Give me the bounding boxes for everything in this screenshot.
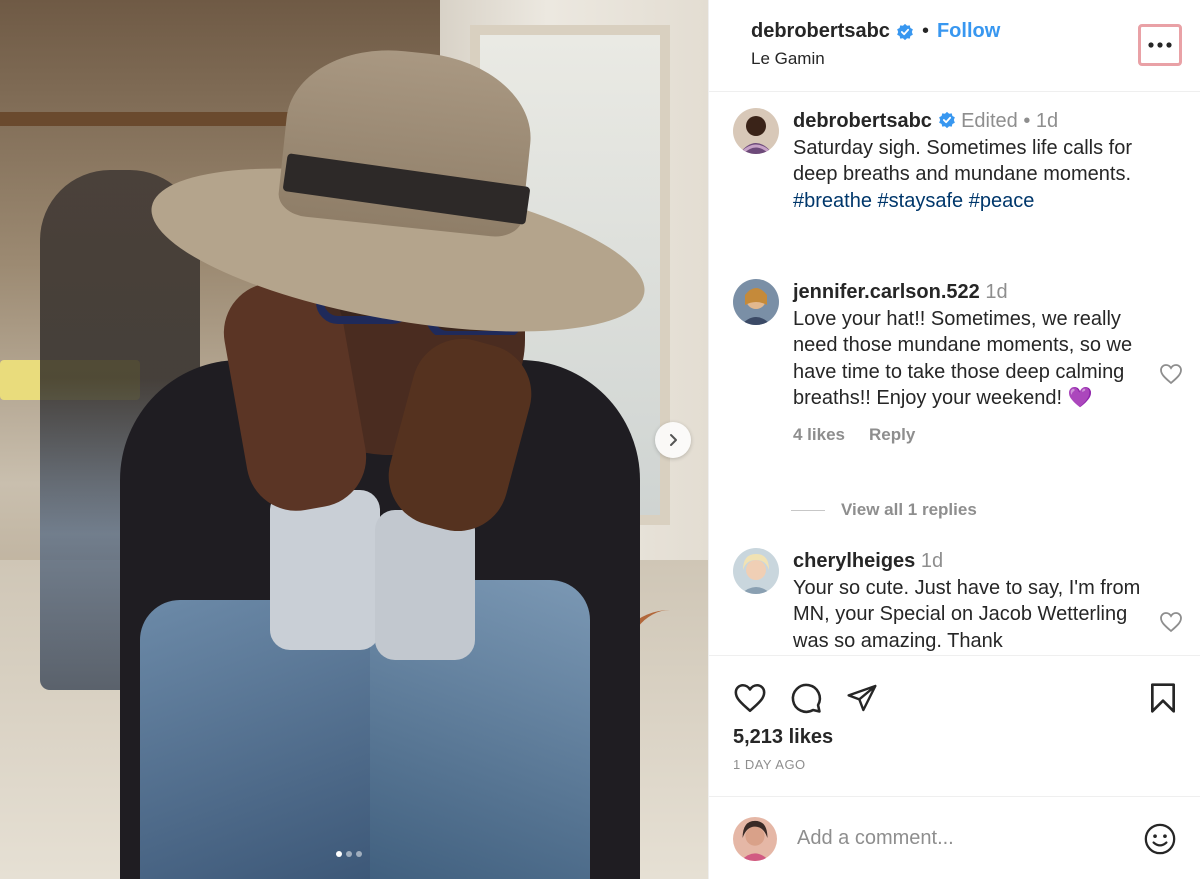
avatar[interactable] bbox=[733, 279, 779, 325]
avatar[interactable] bbox=[733, 548, 779, 594]
heart-icon[interactable] bbox=[1159, 363, 1183, 385]
caption-separator: • bbox=[1023, 110, 1031, 132]
post-photo[interactable] bbox=[0, 0, 708, 879]
hashtag-link[interactable]: #peace bbox=[969, 190, 1035, 212]
comment-text: Your so cute. Just have to say, I'm from… bbox=[793, 576, 1141, 652]
avatar[interactable] bbox=[733, 108, 779, 154]
comment-item: jennifer.carlson.522 1d Love your hat!! … bbox=[733, 279, 1183, 448]
post-location[interactable]: Le Gamin bbox=[751, 49, 1200, 69]
comment-username[interactable]: cherylheiges bbox=[793, 550, 915, 572]
follow-button[interactable]: Follow bbox=[937, 20, 1000, 43]
caption-username[interactable]: debrobertsabc bbox=[793, 110, 932, 132]
post-caption: debrobertsabc Edited • 1d Saturday sigh.… bbox=[733, 108, 1183, 214]
caption-hashtags: #breathe #staysafe #peace bbox=[793, 188, 1153, 215]
heart-icon[interactable] bbox=[1159, 611, 1183, 633]
caption-time[interactable]: 1d bbox=[1036, 110, 1058, 132]
carousel-dot bbox=[356, 851, 362, 857]
more-options-icon bbox=[1148, 42, 1172, 48]
comment-username[interactable]: jennifer.carlson.522 bbox=[793, 281, 980, 303]
photo-bg-shelf bbox=[0, 112, 300, 126]
header-username[interactable]: debrobertsabc bbox=[751, 20, 890, 43]
comment-time[interactable]: 1d bbox=[921, 550, 943, 572]
comment-icon[interactable] bbox=[789, 681, 823, 715]
hashtag-link[interactable]: #breathe bbox=[793, 190, 872, 212]
carousel-indicator bbox=[336, 851, 362, 857]
post-side-panel: debrobertsabc • Follow Le Gamin debrober… bbox=[708, 0, 1200, 879]
header-separator: • bbox=[921, 20, 929, 42]
share-icon[interactable] bbox=[845, 682, 879, 714]
hashtag-link[interactable]: #staysafe bbox=[878, 190, 964, 212]
view-replies-label: View all 1 replies bbox=[841, 500, 977, 519]
post-footer: 5,213 likes 1 DAY AGO bbox=[709, 655, 1200, 861]
comment-text: Love your hat!! Sometimes, we really nee… bbox=[793, 307, 1133, 410]
more-options-button[interactable] bbox=[1138, 24, 1182, 66]
action-bar bbox=[709, 656, 1200, 720]
verified-badge-icon bbox=[938, 111, 955, 129]
comment-input[interactable] bbox=[797, 827, 1143, 850]
comments-list[interactable]: debrobertsabc Edited • 1d Saturday sigh.… bbox=[709, 92, 1200, 655]
heart-icon[interactable] bbox=[733, 682, 767, 714]
comment-time[interactable]: 1d bbox=[985, 281, 1007, 303]
verified-badge-icon bbox=[897, 23, 913, 40]
comment-likes[interactable]: 4 likes bbox=[793, 422, 845, 449]
carousel-dot bbox=[346, 851, 352, 857]
carousel-dot bbox=[336, 851, 342, 857]
avatar bbox=[733, 816, 777, 861]
likes-count[interactable]: 5,213 likes bbox=[709, 726, 1200, 749]
comment-reply-button[interactable]: Reply bbox=[869, 422, 915, 449]
comment-item: cherylheiges 1d Your so cute. Just have … bbox=[733, 548, 1183, 654]
carousel-next-button[interactable] bbox=[655, 422, 691, 458]
post-date: 1 DAY AGO bbox=[733, 757, 806, 772]
photo-cuff-left bbox=[270, 490, 380, 650]
view-replies-button[interactable]: View all 1 replies bbox=[791, 500, 977, 520]
post-header: debrobertsabc • Follow Le Gamin bbox=[709, 0, 1200, 92]
bookmark-icon[interactable] bbox=[1149, 682, 1177, 714]
replies-divider bbox=[791, 509, 825, 511]
chevron-right-icon bbox=[670, 434, 677, 446]
emoji-icon[interactable] bbox=[1143, 822, 1177, 856]
photo-cuff-right bbox=[375, 510, 475, 660]
add-comment-bar bbox=[709, 796, 1200, 879]
caption-edited-label: Edited bbox=[961, 110, 1018, 132]
caption-text: Saturday sigh. Sometimes life calls for … bbox=[793, 136, 1133, 186]
